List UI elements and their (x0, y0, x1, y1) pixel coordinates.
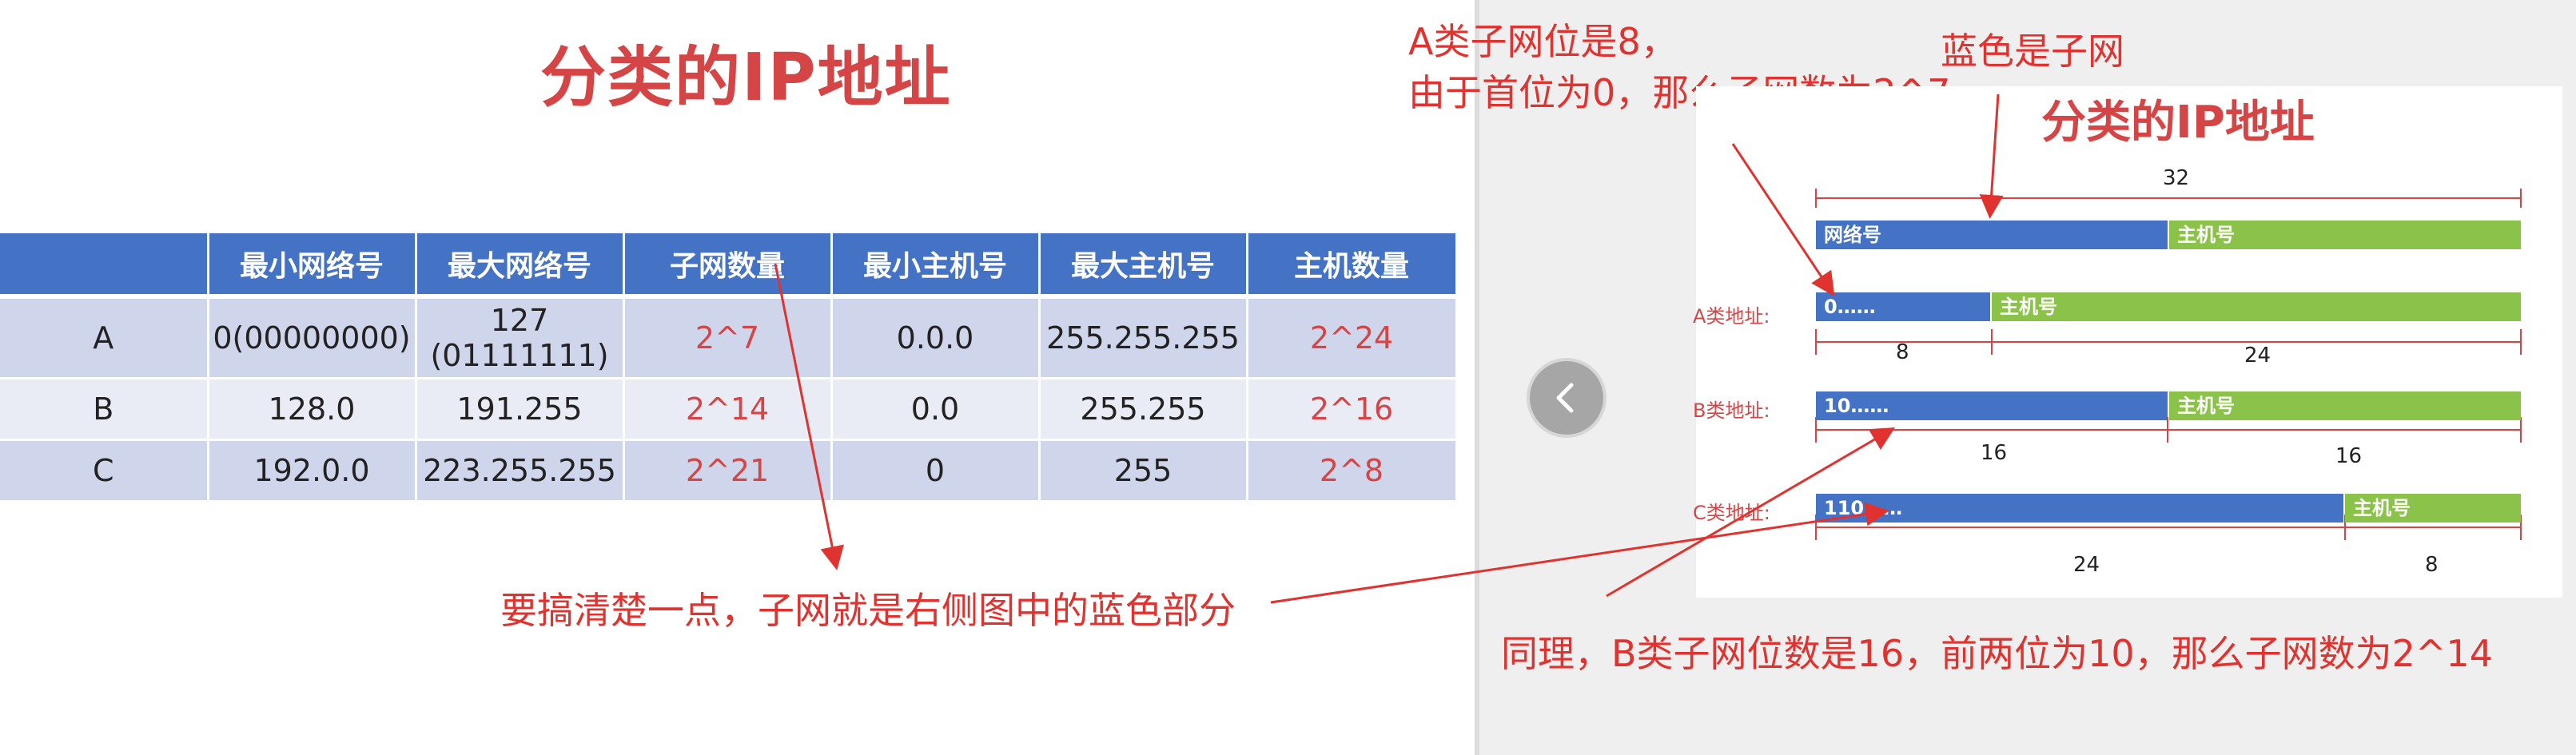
arrow-class-b (1606, 427, 1896, 598)
annotation-arrows (774, 93, 2004, 604)
arrow-class-a (1731, 143, 1835, 296)
arrow-blue-net (1979, 93, 2004, 219)
arrow-note-to-diagram (1270, 502, 1889, 604)
arrow-subnets-to-note (774, 263, 844, 570)
